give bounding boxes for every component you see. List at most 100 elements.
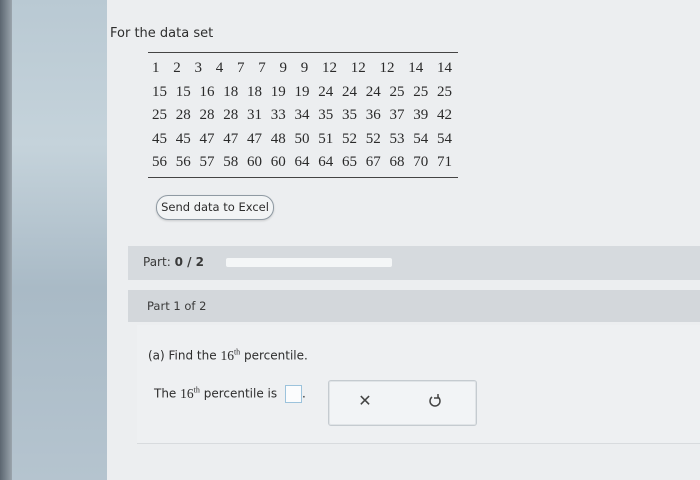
x-icon[interactable]: ✕ <box>357 393 373 409</box>
data-value: 57 <box>199 154 215 170</box>
left-sidebar-panel <box>12 0 107 480</box>
data-value: 34 <box>294 107 310 123</box>
data-value: 71 <box>437 154 452 170</box>
question-number: 16th <box>220 347 241 363</box>
data-value: 7 <box>258 60 266 76</box>
screen: For the data set 1 2 3 4 7 7 9 9 12 12 12 14 14 15 15… <box>0 0 700 480</box>
data-value: 54 <box>413 130 429 147</box>
part-label: Part: <box>143 255 171 269</box>
answer-input[interactable] <box>284 385 302 403</box>
data-value: 37 <box>389 107 405 123</box>
data-value: 35 <box>318 107 334 123</box>
data-value: 54 <box>437 130 452 147</box>
data-row: 25 28 28 28 31 33 34 35 35 36 37 39 42 <box>148 104 458 128</box>
undo-icon[interactable] <box>427 393 443 409</box>
data-value: 25 <box>389 83 405 100</box>
data-value: 60 <box>247 154 262 170</box>
data-value: 12 <box>350 60 366 76</box>
data-value: 14 <box>408 60 424 76</box>
data-value: 24 <box>318 83 334 100</box>
data-value: 12 <box>322 60 337 76</box>
data-value: 47 <box>247 130 262 147</box>
part-header-bar <box>128 246 700 280</box>
step-header-bar <box>128 290 700 322</box>
progress-bar <box>226 258 392 267</box>
data-value: 19 <box>294 83 310 100</box>
data-value: 9 <box>300 60 309 76</box>
answer-ordinal: th <box>193 385 200 394</box>
data-set-table: 1 2 3 4 7 7 9 9 12 12 12 14 14 15 15 16 18 18 19 19 24 24 24 2… <box>148 52 458 178</box>
data-value: 42 <box>437 107 452 123</box>
data-value: 28 <box>199 107 215 123</box>
data-value: 36 <box>365 107 381 123</box>
answer-prefix: The <box>154 386 177 401</box>
question-number-value: 16 <box>220 347 234 363</box>
data-value: 7 <box>237 60 245 76</box>
data-value: 1 <box>152 60 160 76</box>
data-value: 25 <box>413 83 429 100</box>
data-value: 70 <box>413 154 429 170</box>
question-suffix: percentile. <box>244 348 308 363</box>
data-value: 4 <box>215 60 224 76</box>
answer-suffix: percentile is <box>203 386 278 401</box>
data-value: 56 <box>152 154 167 170</box>
answer-period: . <box>301 386 306 401</box>
data-row: 15 15 16 18 18 19 19 24 24 24 25 25 25 <box>148 81 458 105</box>
data-value: 33 <box>270 107 286 123</box>
data-value: 45 <box>175 130 191 147</box>
data-value: 51 <box>318 130 334 147</box>
data-value: 39 <box>413 107 429 123</box>
data-value: 52 <box>342 130 357 147</box>
intro-text: For the data set <box>110 26 214 41</box>
question-text: (a) Find the 16th percentile. <box>148 347 308 364</box>
data-value: 19 <box>270 83 286 100</box>
data-value: 25 <box>152 107 167 123</box>
data-value: 12 <box>379 60 395 76</box>
data-value: 67 <box>365 154 381 170</box>
data-value: 68 <box>389 154 405 170</box>
answer-line: The 16th percentile is . <box>154 385 306 403</box>
question-ordinal: th <box>233 347 241 356</box>
part-indicator: Part: 0 / 2 <box>143 255 204 269</box>
data-value: 14 <box>437 60 452 76</box>
data-value: 18 <box>223 83 239 100</box>
data-row: 45 45 47 47 47 48 50 51 52 52 53 54 54 <box>148 128 458 152</box>
data-value: 9 <box>279 60 288 76</box>
data-value: 53 <box>389 130 405 147</box>
left-window-edge <box>0 0 12 480</box>
data-value: 24 <box>342 83 357 100</box>
answer-number-value: 16 <box>180 385 194 401</box>
data-value: 58 <box>223 154 239 170</box>
data-value: 28 <box>175 107 191 123</box>
data-value: 24 <box>365 83 381 100</box>
data-value: 48 <box>270 130 286 147</box>
data-value: 16 <box>199 83 215 100</box>
part-count: 0 / 2 <box>174 255 204 269</box>
data-value: 52 <box>365 130 381 147</box>
send-to-excel-button[interactable]: Send data to Excel <box>156 195 274 220</box>
answer-actions-panel <box>328 380 477 426</box>
question-prefix: (a) Find the <box>148 348 217 363</box>
data-value: 35 <box>342 107 357 123</box>
step-label: Part 1 of 2 <box>147 299 207 313</box>
data-value: 64 <box>294 154 310 170</box>
data-value: 64 <box>318 154 334 170</box>
data-value: 50 <box>294 130 310 147</box>
data-value: 15 <box>175 83 191 100</box>
data-value: 28 <box>223 107 239 123</box>
data-value: 31 <box>247 107 262 123</box>
data-value: 15 <box>152 83 167 100</box>
data-value: 25 <box>437 83 452 100</box>
data-value: 60 <box>270 154 286 170</box>
data-row: 1 2 3 4 7 7 9 9 12 12 12 14 14 <box>148 57 458 81</box>
data-value: 65 <box>342 154 357 170</box>
data-value: 47 <box>199 130 215 147</box>
data-value: 18 <box>247 83 262 100</box>
data-value: 3 <box>194 60 203 76</box>
data-value: 2 <box>173 60 181 76</box>
data-value: 45 <box>152 130 167 147</box>
data-row: 56 56 57 58 60 60 64 64 65 67 68 70 71 <box>148 151 458 175</box>
data-value: 47 <box>223 130 239 147</box>
data-value: 56 <box>175 154 191 170</box>
answer-number: 16th <box>180 385 200 401</box>
